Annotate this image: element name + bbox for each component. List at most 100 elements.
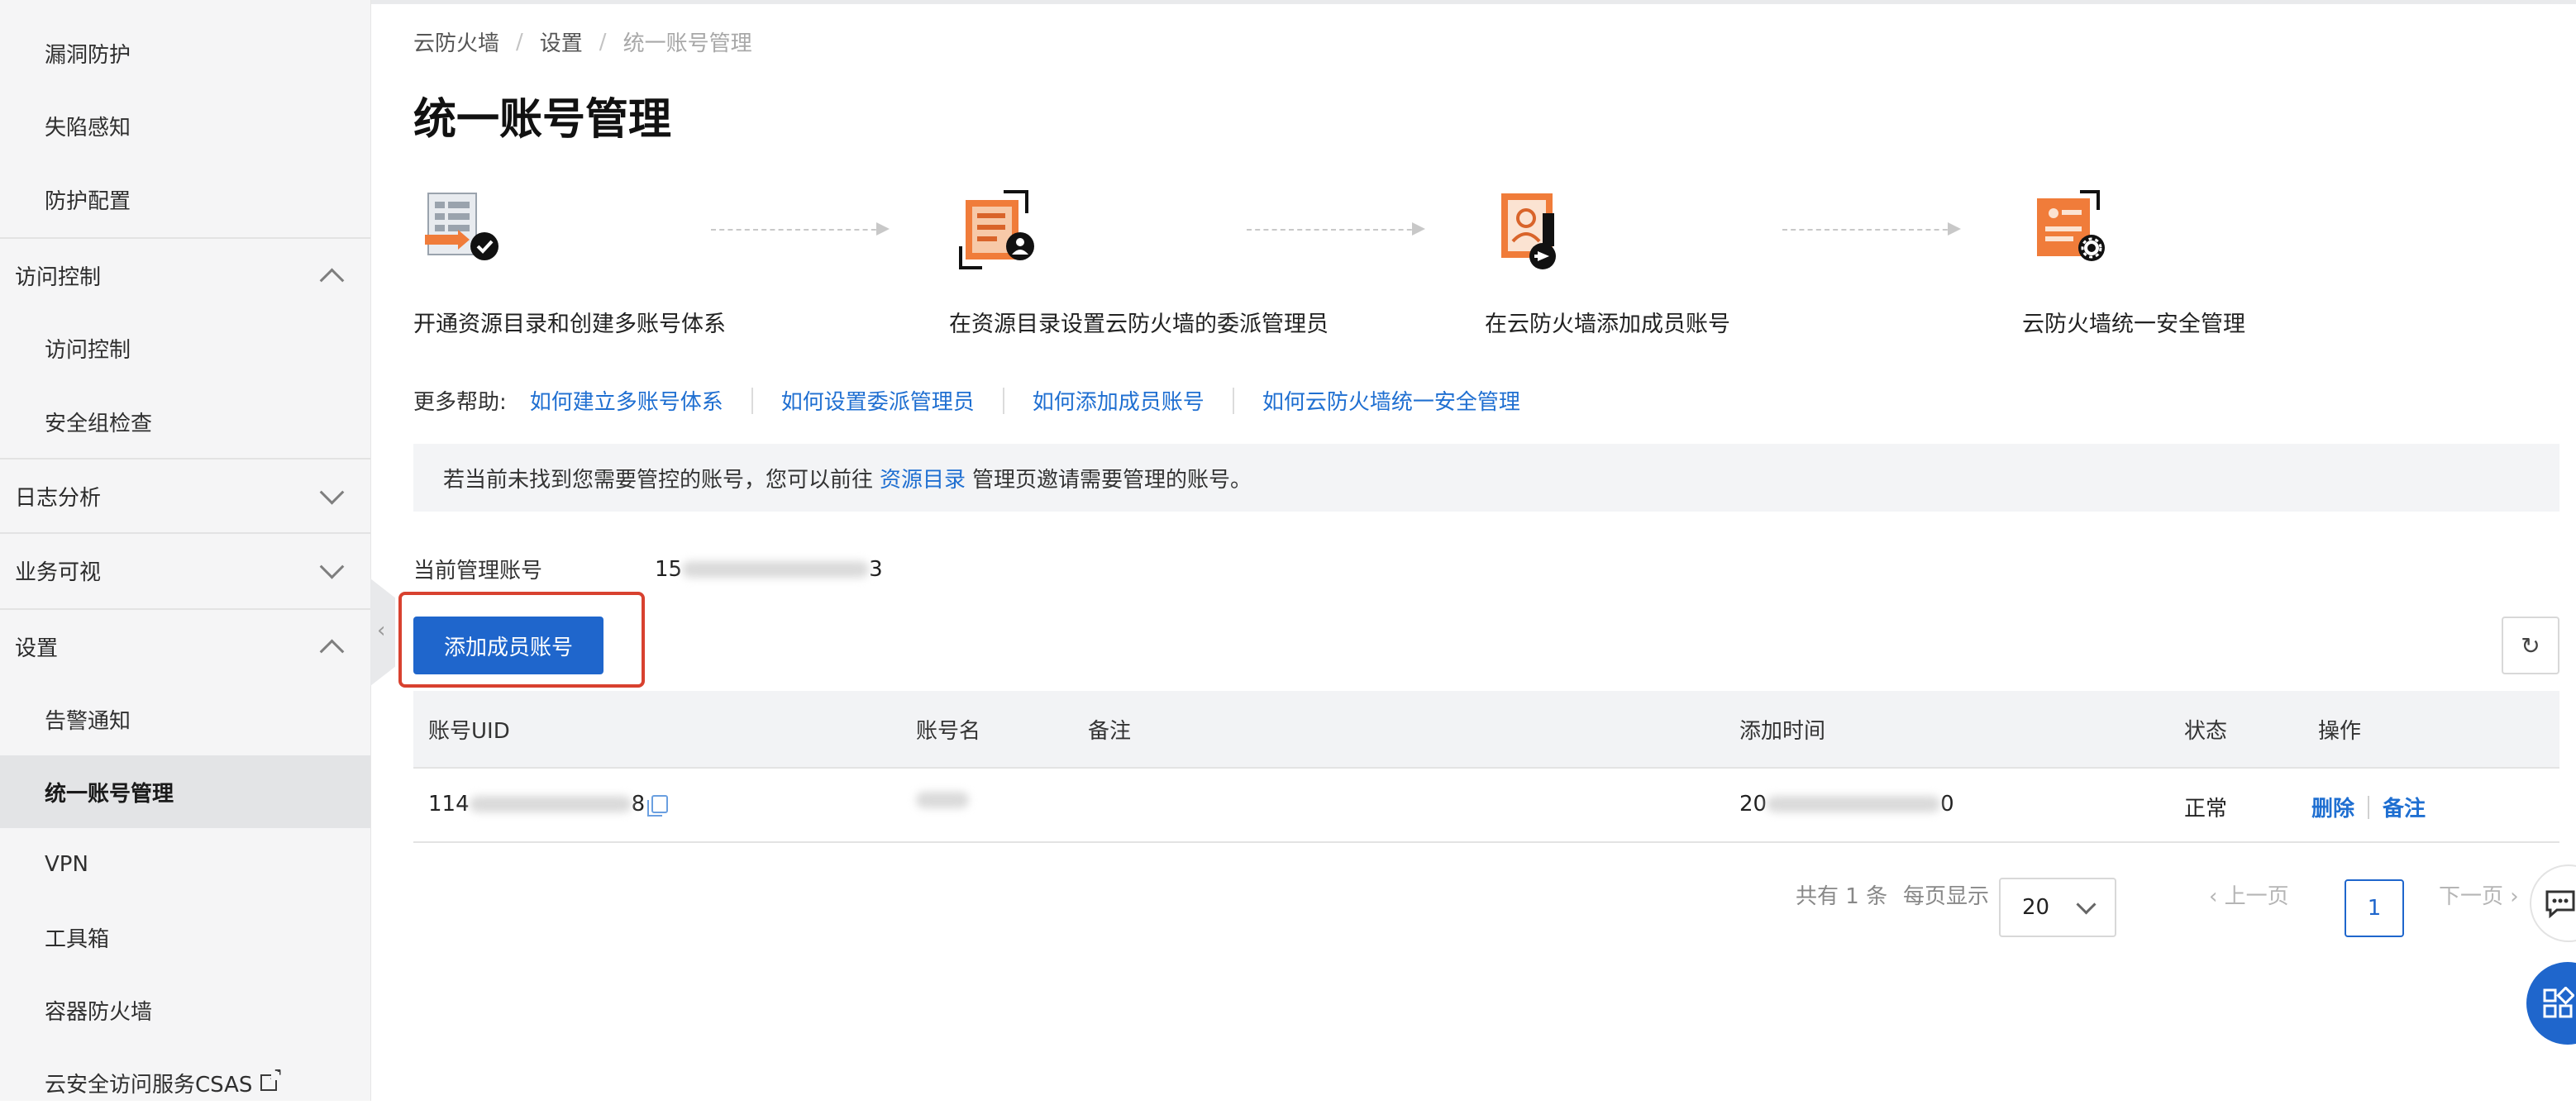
sidebar: 漏洞防护 失陷感知 防护配置 访问控制 访问控制 安全组检查 日志分析 业务可视… — [0, 0, 371, 1101]
sidebar-group-label: 设置 — [15, 636, 59, 661]
page-title: 统一账号管理 — [413, 95, 672, 145]
actions-cell: 删除 备注 — [2311, 792, 2426, 822]
help-link-multi-account[interactable]: 如何建立多账号体系 — [530, 385, 723, 416]
link-divider — [751, 387, 753, 414]
top-divider — [0, 0, 2576, 4]
uid-prefix: 114 — [428, 792, 470, 817]
help-link-add-member[interactable]: 如何添加成员账号 — [1033, 385, 1205, 416]
add-member-icon — [1493, 188, 1576, 271]
prev-page-label: 上一页 — [2224, 884, 2289, 909]
chat-button[interactable] — [2530, 864, 2576, 942]
help-link-unified-management[interactable]: 如何云防火墙统一安全管理 — [1262, 385, 1520, 416]
help-link-delegated-admin[interactable]: 如何设置委派管理员 — [781, 385, 975, 416]
sidebar-item-vpn[interactable]: VPN — [0, 828, 370, 901]
account-id-suffix: 3 — [869, 556, 883, 582]
notice-text: 若当前未找到您需要管控的账号，您可以前往 — [443, 467, 874, 493]
info-notice: 若当前未找到您需要管控的账号，您可以前往 资源目录 管理页邀请需要管理的账号。 — [413, 444, 2559, 512]
delete-link[interactable]: 删除 — [2311, 792, 2354, 822]
sidebar-group-label: 访问控制 — [15, 264, 102, 290]
sidebar-item-toolbox[interactable]: 工具箱 — [0, 901, 370, 974]
step-label: 在云防火墙添加成员账号 — [1485, 312, 1730, 337]
breadcrumb-item[interactable]: 设置 — [540, 26, 583, 57]
page-number-current[interactable]: 1 — [2345, 879, 2404, 937]
redacted-text — [469, 796, 632, 812]
pagination-total: 共有 1 条 — [1796, 884, 1888, 909]
next-page-button[interactable]: 下一页 › — [2439, 879, 2519, 910]
time-prefix: 20 — [1739, 792, 1767, 817]
sidebar-item-label: 云安全访问服务CSAS — [45, 1072, 253, 1098]
account-name-cell — [916, 792, 969, 808]
link-divider — [1232, 387, 1234, 414]
sidebar-item-container-firewall[interactable]: 容器防火墙 — [0, 974, 370, 1046]
add-member-button[interactable]: 添加成员账号 — [413, 617, 603, 674]
resource-directory-link[interactable]: 资源目录 — [880, 463, 966, 493]
add-time-cell: 20 0 — [1739, 792, 1954, 817]
link-divider — [1002, 387, 1004, 414]
status-cell: 正常 — [2184, 797, 2228, 821]
copy-icon[interactable] — [647, 795, 669, 817]
sidebar-item-label: 安全组检查 — [45, 411, 153, 436]
breadcrumb-item[interactable]: 云防火墙 — [413, 26, 499, 57]
remark-link[interactable]: 备注 — [2383, 792, 2426, 822]
resource-directory-icon — [422, 188, 504, 271]
sidebar-item-compromise-detection[interactable]: 失陷感知 — [0, 89, 370, 162]
sidebar-item-alert-notify[interactable]: 告警通知 — [0, 683, 370, 755]
sidebar-item-unified-account[interactable]: 统一账号管理 — [0, 755, 370, 828]
page-size-label: 每页显示 — [1903, 884, 1990, 909]
current-account-value: 15 3 — [655, 557, 883, 582]
sidebar-item-label: 统一账号管理 — [45, 781, 174, 807]
external-link-icon — [260, 1064, 283, 1091]
help-label: 更多帮助: — [413, 390, 507, 415]
page-size-select[interactable]: 20 — [1999, 878, 2116, 937]
sidebar-group-label: 业务可视 — [15, 560, 102, 585]
sidebar-item-label: 失陷感知 — [45, 115, 131, 140]
table-row: 114 8 20 0 正常 删除 备注 — [413, 769, 2559, 843]
help-links: 更多帮助: 如何建立多账号体系 如何设置委派管理员 如何添加成员账号 如何云防火… — [413, 385, 1520, 416]
step-label: 云防火墙统一安全管理 — [2022, 312, 2245, 337]
sidebar-group-label: 日志分析 — [15, 485, 102, 511]
step-label: 开通资源目录和创建多账号体系 — [413, 312, 726, 337]
redacted-text — [1767, 796, 1941, 812]
column-header: 账号UID — [428, 719, 510, 744]
sidebar-group-log-analysis[interactable]: 日志分析 — [0, 460, 370, 532]
step-label: 在资源目录设置云防火墙的委派管理员 — [949, 312, 1329, 337]
sidebar-item-label: 容器防火墙 — [45, 999, 153, 1025]
refresh-button[interactable]: ↻ — [2502, 617, 2559, 674]
column-header: 状态 — [2184, 719, 2228, 744]
table-header: 账号UID 账号名 备注 添加时间 状态 操作 — [413, 691, 2559, 769]
sidebar-item-label: 告警通知 — [45, 708, 131, 734]
delegated-admin-icon — [957, 188, 1040, 271]
chevron-down-icon — [2076, 894, 2097, 915]
sidebar-item-protection-config[interactable]: 防护配置 — [0, 163, 370, 236]
sidebar-collapse-handle[interactable]: ‹ — [370, 579, 395, 686]
notice-text: 管理页邀请需要管理的账号。 — [972, 467, 1252, 493]
column-header: 备注 — [1088, 719, 1132, 744]
breadcrumb-separator: / — [516, 29, 523, 55]
unified-management-icon — [2029, 188, 2111, 271]
sidebar-group-settings[interactable]: 设置 — [0, 610, 370, 683]
sidebar-item-security-group-check[interactable]: 安全组检查 — [0, 385, 370, 458]
sidebar-item-label: 防护配置 — [45, 188, 131, 214]
sidebar-item-label: VPN — [45, 852, 88, 877]
apps-button[interactable] — [2526, 962, 2576, 1045]
redacted-text — [682, 561, 870, 578]
sidebar-item-vuln-protection[interactable]: 漏洞防护 — [0, 17, 370, 89]
chevron-right-icon: › — [2503, 884, 2519, 909]
step-arrow — [1247, 222, 1425, 236]
uid-suffix: 8 — [631, 792, 646, 817]
sidebar-item-access-control[interactable]: 访问控制 — [0, 312, 370, 384]
current-account: 当前管理账号 15 3 — [413, 554, 883, 584]
prev-page-button[interactable]: ‹ 上一页 — [2209, 879, 2289, 910]
sidebar-group-access-control[interactable]: 访问控制 — [0, 239, 370, 312]
current-account-label: 当前管理账号 — [413, 559, 543, 583]
sidebar-item-label: 漏洞防护 — [45, 42, 131, 68]
chevron-up-icon — [319, 268, 345, 293]
sidebar-item-label: 访问控制 — [45, 337, 131, 363]
sidebar-item-csas[interactable]: 云安全访问服务CSAS — [0, 1046, 370, 1119]
breadcrumb-current: 统一账号管理 — [623, 31, 752, 56]
sidebar-group-business-visual[interactable]: 业务可视 — [0, 534, 370, 607]
chevron-down-icon — [319, 479, 345, 505]
account-id-prefix: 15 — [655, 556, 683, 582]
column-header: 添加时间 — [1739, 719, 1826, 744]
apps-grid-icon — [2543, 987, 2574, 1018]
